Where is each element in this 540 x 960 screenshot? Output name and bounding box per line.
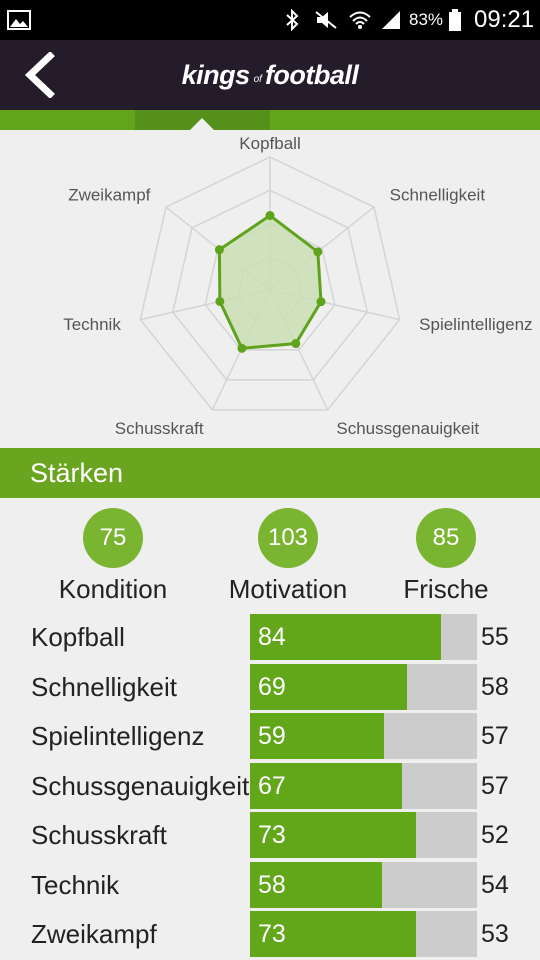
summary-label: Kondition	[58, 574, 168, 604]
summary-motivation: 103 Motivation	[208, 508, 368, 605]
attribute-name: Kopfball	[31, 622, 125, 652]
attribute-row-technik: Technik 58 54	[0, 862, 540, 908]
radar-axis-label: Technik	[63, 315, 121, 334]
attribute-bar: 84	[250, 614, 477, 660]
app-logo: kings of football	[0, 40, 540, 110]
tab-1[interactable]	[0, 110, 135, 130]
attribute-compare: 57	[481, 722, 509, 750]
attribute-bar: 69	[250, 664, 477, 710]
radar-point	[237, 343, 247, 353]
attribute-bar: 73	[250, 812, 477, 858]
radar-point	[316, 297, 326, 307]
app-bar: kings of football	[0, 40, 540, 110]
attribute-compare: 57	[481, 772, 509, 800]
attribute-compare: 58	[481, 673, 509, 701]
radar-point	[215, 296, 225, 306]
attribute-compare: 54	[481, 871, 509, 899]
radar-point	[291, 339, 301, 349]
bluetooth-icon	[283, 0, 301, 40]
attribute-name: Schusskraft	[31, 820, 167, 850]
attribute-name: Technik	[31, 870, 120, 900]
attribute-value: 69	[258, 673, 286, 701]
radar-series-area	[217, 213, 323, 350]
attribute-value: 67	[258, 772, 286, 800]
summary-value: 103	[267, 524, 309, 551]
tab-4[interactable]	[405, 110, 540, 130]
attribute-row-schusskraft: Schusskraft 73 52	[0, 812, 540, 858]
summary-label: Motivation	[228, 574, 348, 604]
attribute-value: 73	[258, 821, 286, 849]
attribute-name: Schnelligkeit	[31, 672, 177, 702]
signal-icon	[378, 0, 404, 40]
mute-icon	[313, 0, 339, 40]
radar-axis-label: Zweikampf	[68, 186, 150, 205]
battery-icon	[447, 0, 463, 40]
attribute-value: 59	[258, 722, 286, 750]
radar-point	[265, 211, 275, 221]
clock: 09:21	[474, 6, 535, 33]
attribute-value: 58	[258, 871, 286, 899]
attribute-name: Zweikampf	[31, 919, 157, 949]
stats-panel: 75 Kondition 103 Motivation 85 Frische K…	[0, 498, 540, 960]
attribute-bar: 67	[250, 763, 477, 809]
logo-football: football	[264, 59, 359, 90]
logo-kings: kings	[181, 59, 251, 90]
active-tab-marker	[190, 118, 214, 130]
attribute-row-schnelligkeit: Schnelligkeit 69 58	[0, 664, 540, 710]
attribute-bar: 58	[250, 862, 477, 908]
attribute-bar: 59	[250, 713, 477, 759]
tab-3[interactable]	[270, 110, 405, 130]
summary-value: 85	[432, 524, 460, 551]
summary-value-circle: 75	[83, 508, 143, 568]
attribute-compare: 52	[481, 821, 509, 849]
attribute-row-spielintelligenz: Spielintelligenz 59 57	[0, 713, 540, 759]
radar-axis-label: Schnelligkeit	[390, 186, 486, 205]
attribute-compare: 55	[481, 623, 509, 651]
section-title: Stärken	[30, 458, 124, 488]
radar-axis-label: Kopfball	[239, 134, 300, 153]
attribute-value: 73	[258, 920, 286, 948]
back-button[interactable]	[14, 48, 64, 102]
radar-axis-label: Schusskraft	[115, 419, 204, 438]
image-icon	[6, 0, 32, 40]
status-bar: 83% 09:21	[0, 0, 540, 40]
attribute-name: Schussgenauigkeit	[31, 771, 250, 801]
summary-frische: 85 Frische	[366, 508, 526, 605]
radar-point	[214, 245, 224, 255]
attribute-row-schussgenauigkeit: Schussgenauigkeit 67 57	[0, 763, 540, 809]
radar-chart: Kopfball Schnelligkeit Spielintelligenz Sch…	[63, 134, 532, 438]
battery-percent: 83%	[409, 10, 444, 29]
attribute-row-zweikampf: Zweikampf 73 53	[0, 911, 540, 957]
summary-kondition: 75 Kondition	[33, 508, 193, 605]
summary-value: 75	[99, 524, 127, 551]
section-header: Stärken	[0, 448, 540, 498]
tab-strip	[0, 110, 540, 130]
back-arrow-icon	[24, 52, 55, 98]
logo-of: of	[253, 73, 262, 85]
radar-point	[313, 247, 323, 257]
attribute-name: Spielintelligenz	[31, 721, 205, 751]
attribute-value: 84	[258, 623, 286, 651]
wifi-icon	[347, 0, 373, 40]
summary-label: Frische	[403, 574, 489, 604]
attribute-bar: 73	[250, 911, 477, 957]
summary-value-circle: 103	[258, 508, 318, 568]
attribute-compare: 53	[481, 920, 509, 948]
summary-value-circle: 85	[416, 508, 476, 568]
attribute-row-kopfball: Kopfball 84 55	[0, 614, 540, 660]
radar-chart-area: Kopfball Schnelligkeit Spielintelligenz Sch…	[0, 130, 540, 448]
radar-axis-label: Spielintelligenz	[419, 315, 532, 334]
radar-axis-label: Schussgenauigkeit	[336, 419, 479, 438]
